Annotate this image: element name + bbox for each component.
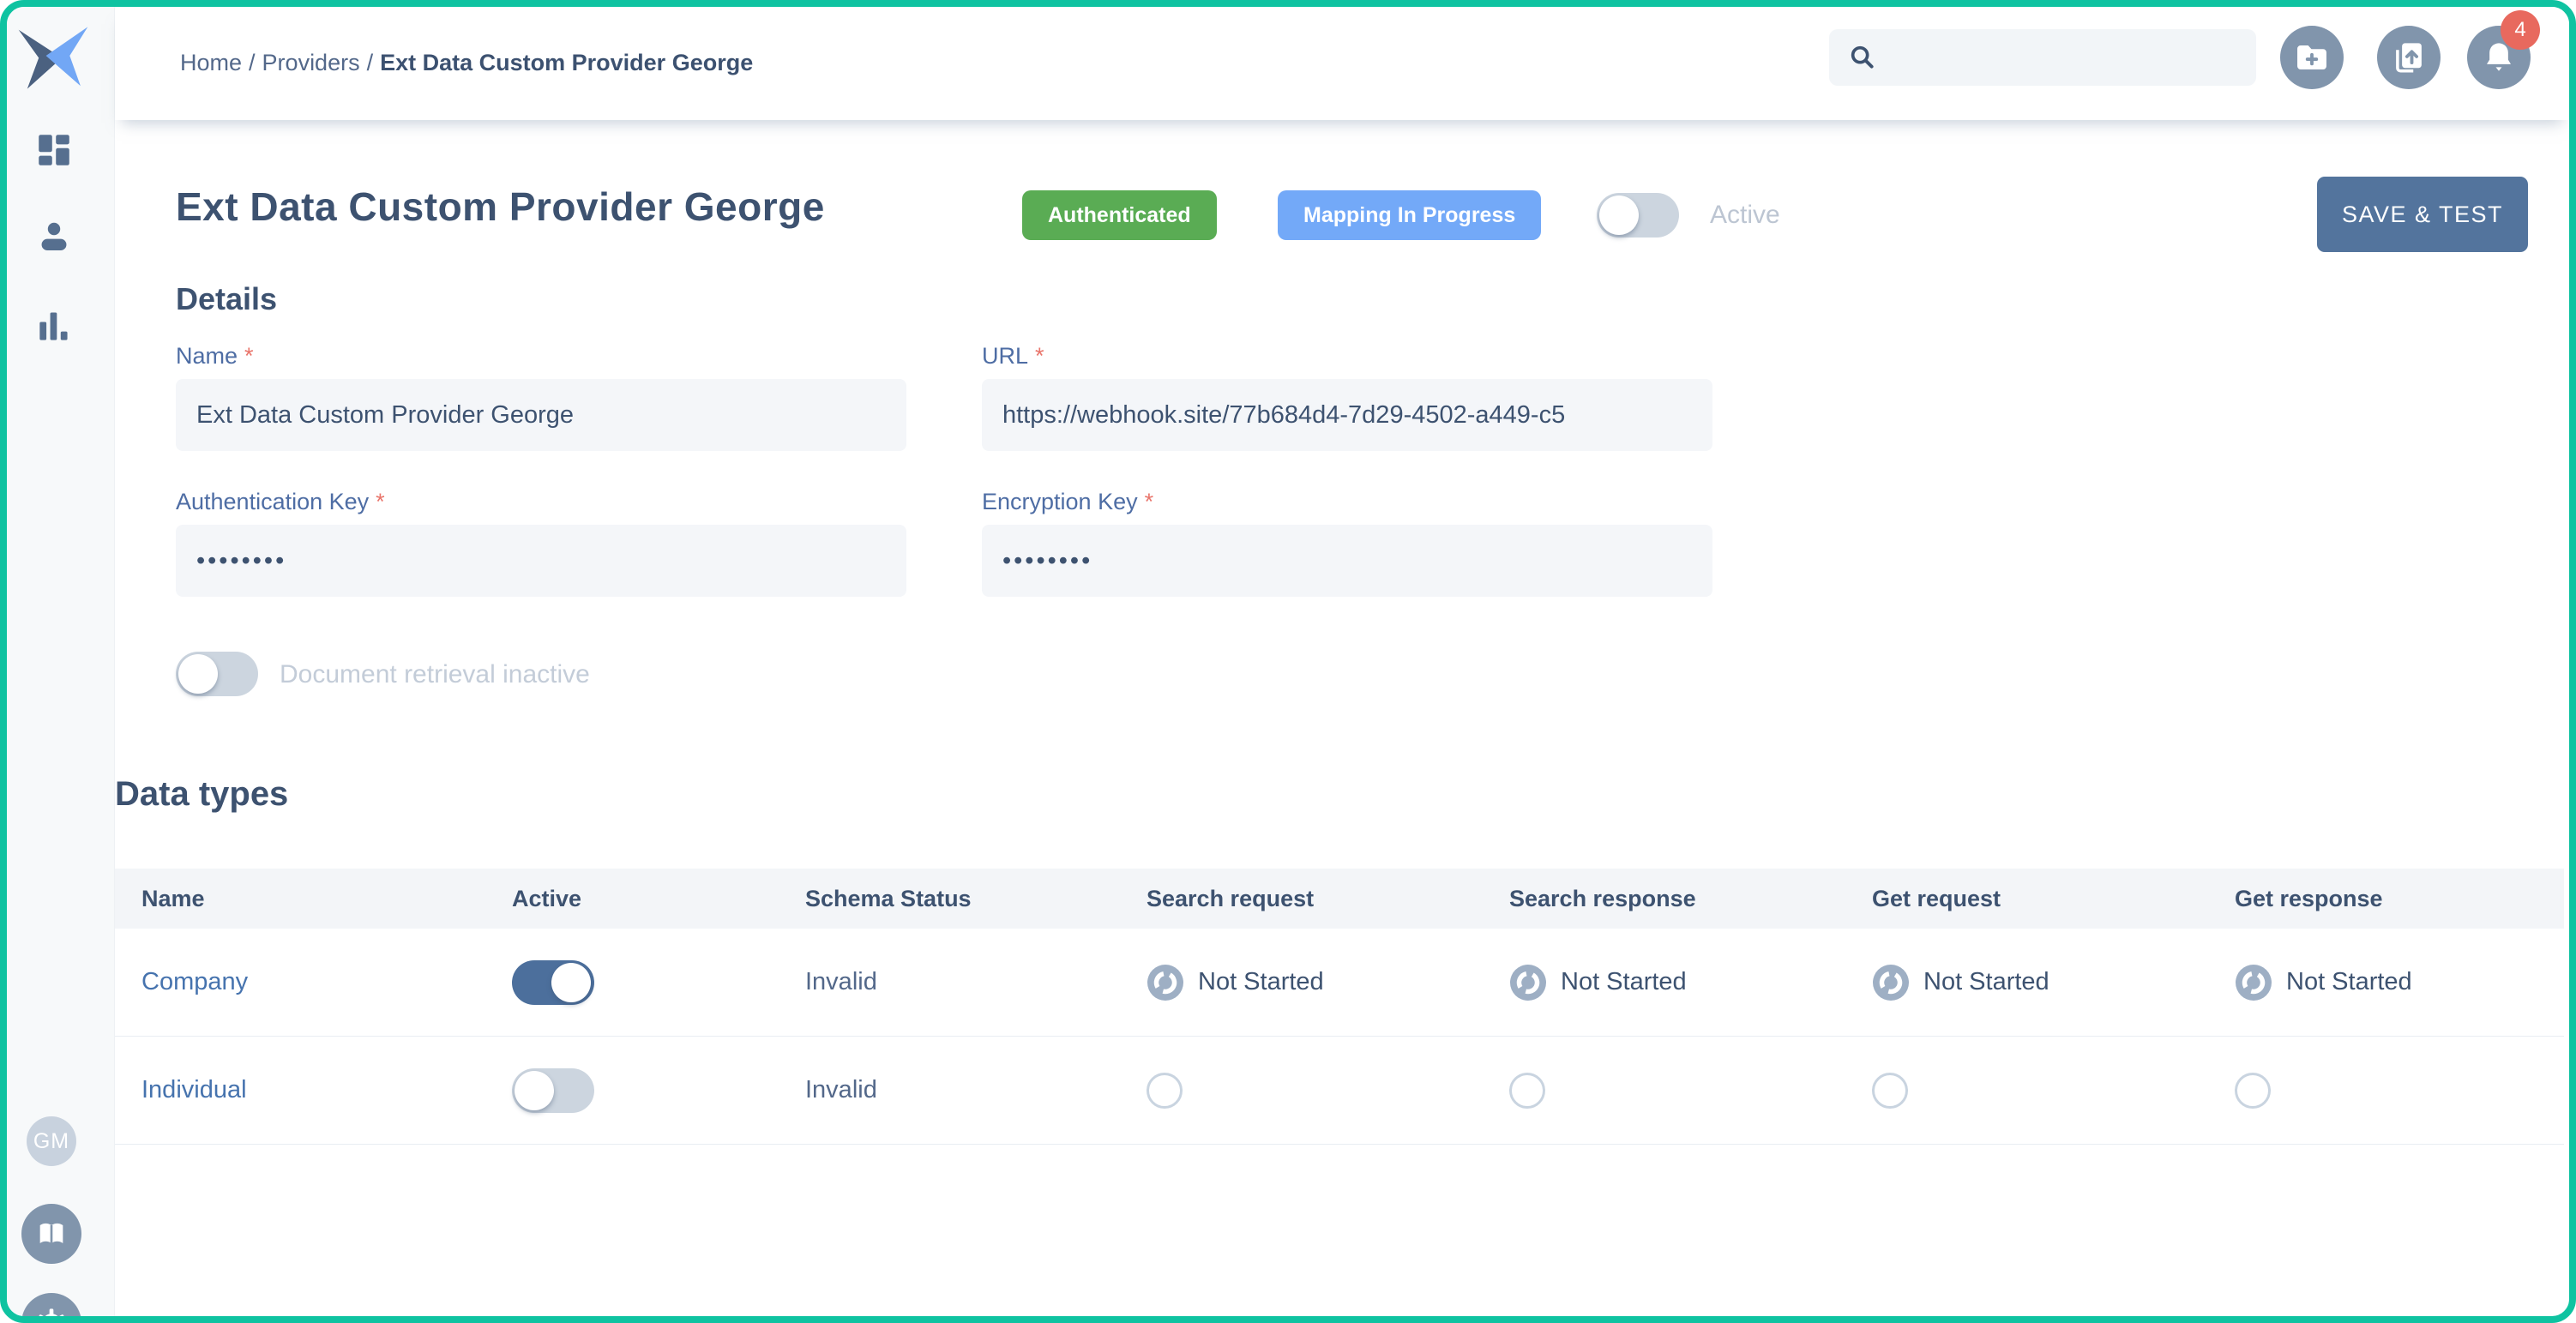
row-link-company[interactable]: Company (141, 968, 248, 995)
progress-ring-icon (2235, 964, 2272, 1001)
column-header-get-request: Get request (1845, 886, 2208, 912)
search-bar (1829, 29, 2256, 86)
export-pages-icon[interactable] (2377, 26, 2441, 89)
authentication-key-label: Authentication Key* (176, 489, 385, 515)
search-response-status: Not Started (1483, 964, 1845, 1001)
document-retrieval-toggle[interactable] (176, 652, 258, 696)
save-and-test-button[interactable]: SAVE & TEST (2317, 177, 2528, 252)
required-marker: * (238, 343, 254, 369)
breadcrumb-separator: / (360, 50, 381, 75)
column-header-active: Active (485, 886, 779, 912)
required-marker: * (1138, 489, 1154, 514)
schema-status: Invalid (805, 1076, 877, 1104)
page-title: Ext Data Custom Provider George (176, 183, 825, 230)
encryption-key-label: Encryption Key* (982, 489, 1153, 515)
empty-circle-icon (2235, 1073, 2271, 1109)
user-avatar[interactable]: GM (27, 1116, 76, 1166)
breadcrumb-home[interactable]: Home (180, 50, 242, 75)
data-types-heading: Data types (115, 775, 288, 814)
notification-count-badge: 4 (2501, 10, 2540, 50)
name-field[interactable] (176, 379, 906, 451)
progress-ring-icon (1872, 964, 1910, 1001)
dashboard-icon[interactable] (37, 133, 71, 167)
row-link-individual[interactable]: Individual (141, 1076, 247, 1104)
data-types-table: Name Active Schema Status Search request… (115, 869, 2564, 1145)
url-label: URL* (982, 343, 1044, 370)
name-label: Name* (176, 343, 254, 370)
field-label-text: Encryption Key (982, 489, 1138, 514)
field-label-text: URL (982, 343, 1028, 369)
active-toggle[interactable] (1597, 193, 1679, 238)
table-row: Individual Invalid (115, 1037, 2564, 1145)
status-label: Not Started (1923, 968, 2049, 996)
field-label-text: Authentication Key (176, 489, 369, 514)
toggle-knob (551, 963, 591, 1002)
required-marker: * (369, 489, 385, 514)
status-badge-authenticated: Authenticated (1022, 190, 1217, 240)
status-label: Not Started (2286, 968, 2412, 996)
breadcrumb-providers[interactable]: Providers (262, 50, 360, 75)
authentication-key-field[interactable] (176, 525, 906, 597)
column-header-search-response: Search response (1483, 886, 1845, 912)
get-response-status (2208, 1073, 2564, 1109)
status-badge-mapping: Mapping In Progress (1278, 190, 1541, 240)
document-retrieval-toggle-label: Document retrieval inactive (280, 660, 590, 689)
column-header-get-response: Get response (2208, 886, 2564, 912)
column-header-name: Name (115, 886, 485, 912)
search-request-status: Not Started (1120, 964, 1483, 1001)
get-request-status: Not Started (1845, 964, 2208, 1001)
required-marker: * (1028, 343, 1044, 369)
empty-circle-icon (1147, 1073, 1183, 1109)
app-window: GM (0, 0, 2576, 1323)
individual-active-toggle[interactable] (512, 1068, 594, 1113)
breadcrumb: Home/Providers/Ext Data Custom Provider … (180, 50, 753, 76)
search-icon (1848, 43, 1877, 72)
toggle-knob (178, 654, 218, 694)
column-header-search-request: Search request (1120, 886, 1483, 912)
url-field[interactable] (982, 379, 1712, 451)
encryption-key-field[interactable] (982, 525, 1712, 597)
search-response-status (1483, 1073, 1845, 1109)
progress-ring-icon (1147, 964, 1184, 1001)
gear-icon[interactable] (21, 1293, 81, 1323)
progress-ring-icon (1509, 964, 1547, 1001)
company-active-toggle[interactable] (512, 960, 594, 1005)
breadcrumb-separator: / (242, 50, 262, 75)
empty-circle-icon (1872, 1073, 1908, 1109)
active-toggle-label: Active (1710, 201, 1780, 230)
book-icon[interactable] (21, 1204, 81, 1264)
user-icon[interactable] (37, 220, 71, 255)
bar-chart-icon[interactable] (37, 309, 71, 343)
status-label: Not Started (1561, 968, 1687, 996)
search-input[interactable] (1889, 45, 2232, 71)
add-folder-icon[interactable] (2280, 26, 2344, 89)
details-heading: Details (176, 281, 277, 317)
schema-status: Invalid (805, 968, 877, 995)
breadcrumb-current: Ext Data Custom Provider George (380, 50, 753, 75)
column-header-schema-status: Schema Status (779, 886, 1120, 912)
field-label-text: Name (176, 343, 238, 369)
get-request-status (1845, 1073, 2208, 1109)
empty-circle-icon (1509, 1073, 1545, 1109)
toggle-knob (1599, 195, 1639, 235)
get-response-status: Not Started (2208, 964, 2564, 1001)
toggle-knob (515, 1071, 554, 1110)
table-row: Company Invalid Not Started Not Started … (115, 929, 2564, 1037)
search-request-status (1120, 1073, 1483, 1109)
status-label: Not Started (1198, 968, 1324, 996)
brand-logo-icon[interactable] (17, 24, 89, 91)
sidebar: GM (7, 7, 115, 1316)
table-header-row: Name Active Schema Status Search request… (115, 869, 2564, 929)
